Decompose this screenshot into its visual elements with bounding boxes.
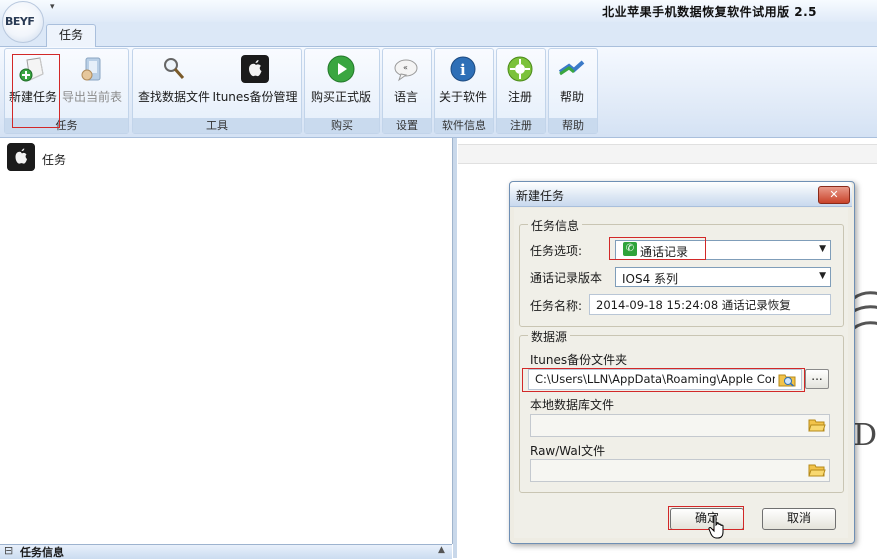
export-current-label: 导出当前表 — [61, 90, 122, 104]
ribbon-group-settings-label: 设置 — [383, 118, 431, 133]
play-icon — [327, 55, 355, 83]
raw-wal-file-label: Raw/Wal文件 — [530, 444, 606, 458]
itunes-backup-button[interactable]: Itunes备份管理 — [212, 52, 298, 112]
folder-open-icon[interactable] — [808, 462, 826, 478]
language-label: 语言 — [393, 90, 418, 104]
export-icon — [81, 57, 101, 81]
language-button[interactable]: « 语言 — [384, 52, 428, 112]
task-name-input[interactable]: 2014-09-18 15:24:08 通话记录恢复 — [589, 294, 831, 315]
itunes-folder-highlight — [522, 368, 805, 392]
ribbon-group-software-info-label: 软件信息 — [435, 118, 493, 133]
export-current-button[interactable]: 导出当前表 — [60, 52, 124, 112]
ribbon-group-tools-label: 工具 — [133, 118, 301, 133]
ribbon-group-register-label: 注册 — [497, 118, 545, 133]
register-button[interactable]: 注册 — [498, 52, 542, 112]
magnifier-icon — [164, 58, 185, 79]
info-icon: i — [450, 56, 476, 82]
itunes-backup-folder-label: Itunes备份文件夹 — [530, 353, 628, 367]
chevron-down-icon[interactable]: ▼ — [819, 271, 826, 281]
task-name-label: 任务名称: — [530, 299, 583, 313]
background-watermark-letter: D — [853, 418, 877, 453]
task-option-highlight — [609, 237, 706, 260]
call-log-version-value: IOS4 系列 — [622, 272, 679, 286]
ok-button-highlight — [668, 506, 744, 530]
task-info-panel-header[interactable] — [0, 544, 452, 559]
chevron-down-icon[interactable]: ▼ — [819, 244, 826, 254]
buy-full-version-label: 购买正式版 — [310, 90, 371, 104]
call-log-version-select[interactable]: IOS4 系列 ▼ — [615, 267, 831, 287]
register-flower-icon — [507, 56, 533, 82]
register-label: 注册 — [507, 90, 532, 104]
scroll-up-icon[interactable]: ▲ — [438, 545, 445, 555]
browse-button[interactable]: ... — [805, 369, 829, 389]
app-logo-text: BEYF — [5, 15, 35, 28]
apple-icon — [241, 55, 269, 83]
dialog-close-button[interactable]: ✕ — [818, 186, 850, 204]
window-title: 北业苹果手机数据恢复软件试用版 2.5 — [602, 5, 817, 19]
help-label: 帮助 — [559, 90, 584, 104]
help-button[interactable]: 帮助 — [550, 52, 594, 112]
find-data-file-label: 查找数据文件 — [137, 90, 210, 104]
buy-full-version-button[interactable]: 购买正式版 — [306, 52, 376, 112]
hand-cursor-icon — [708, 514, 724, 539]
local-database-file-input[interactable] — [530, 414, 830, 437]
collapse-icon[interactable]: ⊟ — [4, 544, 13, 557]
apple-icon — [7, 143, 35, 171]
raw-wal-file-input[interactable] — [530, 459, 830, 482]
cancel-button[interactable]: 取消 — [762, 508, 836, 530]
svg-text:i: i — [460, 61, 466, 79]
content-pane-header — [458, 144, 877, 164]
ribbon-group-help-label: 帮助 — [549, 118, 597, 133]
tab-task[interactable]: 任务 — [46, 24, 96, 47]
task-option-label: 任务选项: — [530, 244, 583, 258]
ribbon-group-purchase-label: 购买 — [305, 118, 379, 133]
help-arrow-icon — [558, 60, 585, 76]
find-data-file-button[interactable]: 查找数据文件 — [136, 52, 212, 112]
itunes-backup-label: Itunes备份管理 — [212, 90, 298, 104]
about-software-button[interactable]: i 关于软件 — [436, 52, 490, 112]
about-software-label: 关于软件 — [438, 90, 487, 104]
task-info-legend: 任务信息 — [528, 217, 583, 234]
task-tree-pane[interactable] — [0, 138, 453, 544]
quick-access-dropdown-icon[interactable]: ▾ — [50, 2, 55, 12]
folder-open-icon[interactable] — [808, 417, 826, 433]
svg-text:«: « — [403, 63, 408, 72]
data-source-legend: 数据源 — [528, 328, 571, 345]
ribbon-tab-row — [0, 22, 877, 46]
local-database-file-label: 本地数据库文件 — [530, 398, 615, 412]
task-name-value: 2014-09-18 15:24:08 通话记录恢复 — [596, 298, 791, 312]
speech-bubble-icon: « — [394, 59, 418, 82]
new-task-highlight — [12, 54, 60, 128]
tree-item-task[interactable]: 任务 — [42, 151, 66, 168]
dialog-title: 新建任务 — [516, 189, 565, 203]
call-log-version-label: 通话记录版本 — [530, 271, 603, 285]
